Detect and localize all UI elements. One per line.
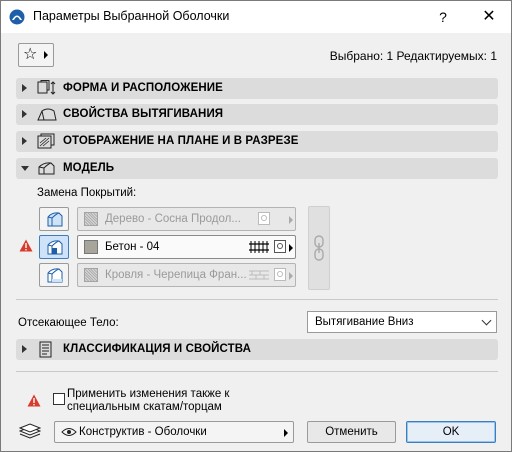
- shell-edge-surface-icon: [47, 240, 63, 255]
- edge-surface-toggle[interactable]: [39, 235, 69, 259]
- chevron-right-icon: [289, 216, 293, 224]
- collapse-arrow-icon: [21, 166, 29, 171]
- panel-model[interactable]: МОДЕЛЬ: [16, 158, 498, 179]
- apply-to-special-label: Применить изменения также к специальным …: [67, 388, 267, 414]
- title-bar: Параметры Выбранной Оболочки ? ✕: [1, 1, 511, 33]
- apply-to-special-checkbox[interactable]: [53, 393, 65, 405]
- panel-label: ФОРМА И РАСПОЛОЖЕНИЕ: [63, 82, 223, 94]
- material-picker-icon: [258, 212, 270, 225]
- layer-name: Конструктив - Оболочки: [79, 426, 207, 438]
- panel-extrusion-settings[interactable]: СВОЙСТВА ВЫТЯГИВАНИЯ: [16, 104, 498, 125]
- extrusion-icon: [37, 108, 57, 121]
- apply-label-line2: специальным скатам/торцам: [67, 401, 222, 413]
- cancel-button[interactable]: Отменить: [307, 421, 396, 443]
- window-title: Параметры Выбранной Оболочки: [33, 9, 230, 23]
- surface-material-edge[interactable]: Бетон - 04: [77, 235, 296, 259]
- material-name: Бетон - 04: [105, 241, 160, 253]
- help-button[interactable]: ?: [433, 7, 453, 27]
- expand-arrow-icon: [22, 137, 27, 145]
- dialog-window: Параметры Выбранной Оболочки ? ✕ ☆ Выбра…: [0, 0, 512, 452]
- hatch-pattern-icon: [249, 241, 269, 253]
- expand-arrow-icon: [22, 84, 27, 92]
- shell-bottom-surface-icon: [47, 268, 63, 283]
- chevron-right-icon: [44, 51, 48, 59]
- dropdown-value: Вытягивание Вниз: [315, 316, 414, 328]
- eye-icon: [61, 428, 77, 436]
- material-picker-icon: [274, 240, 286, 253]
- shape-position-icon: [37, 80, 56, 95]
- chain-link-icon: [314, 235, 324, 261]
- layer-selector[interactable]: Конструктив - Оболочки: [54, 421, 294, 443]
- surface-override-label: Замена Покрытий:: [37, 187, 137, 199]
- material-name: Дерево - Сосна Продол...: [105, 213, 241, 225]
- expand-arrow-icon: [22, 110, 27, 118]
- top-surface-toggle[interactable]: [39, 207, 69, 231]
- star-icon: ☆: [23, 46, 38, 63]
- layers-icon: [19, 423, 41, 439]
- warning-icon: [19, 239, 33, 252]
- divider: [16, 371, 498, 372]
- selection-count: Выбрано: 1 Редактируемых: 1: [329, 49, 497, 63]
- model-icon: [38, 162, 55, 175]
- material-swatch: [84, 268, 98, 282]
- material-swatch: [84, 212, 98, 226]
- surface-material-bottom[interactable]: Кровля - Черепица Фран...: [77, 263, 296, 287]
- shell-top-surface-icon: [47, 212, 63, 227]
- classification-icon: [39, 341, 52, 358]
- panel-shape-position[interactable]: ФОРМА И РАСПОЛОЖЕНИЕ: [16, 78, 498, 99]
- bottom-surface-toggle[interactable]: [39, 263, 69, 287]
- panel-classification[interactable]: КЛАССИФИКАЦИЯ И СВОЙСТВА: [16, 339, 498, 360]
- expand-arrow-icon: [22, 345, 27, 353]
- favorites-button[interactable]: ☆: [18, 43, 54, 67]
- archicad-logo-icon: [9, 9, 25, 25]
- panel-label: ОТОБРАЖЕНИЕ НА ПЛАНЕ И В РАЗРЕЗЕ: [63, 135, 299, 147]
- close-button[interactable]: ✕: [479, 7, 499, 27]
- link-surfaces-button[interactable]: [308, 206, 330, 290]
- chevron-down-icon: [481, 315, 492, 326]
- panel-label: КЛАССИФИКАЦИЯ И СВОЙСТВА: [63, 343, 251, 355]
- material-picker-icon: [274, 268, 286, 281]
- surface-material-top[interactable]: Дерево - Сосна Продол...: [77, 207, 296, 231]
- panel-label: МОДЕЛЬ: [63, 162, 115, 174]
- plan-section-icon: [37, 133, 55, 149]
- apply-label-line1: Применить изменения также к: [67, 388, 230, 400]
- cutting-body-label: Отсекающее Тело:: [18, 317, 119, 329]
- chevron-right-icon: [289, 244, 293, 252]
- material-name: Кровля - Черепица Фран...: [105, 269, 247, 281]
- panel-floor-plan-section[interactable]: ОТОБРАЖЕНИЕ НА ПЛАНЕ И В РАЗРЕЗЕ: [16, 131, 498, 152]
- chevron-right-icon: [284, 429, 288, 437]
- chevron-right-icon: [289, 272, 293, 280]
- cutting-body-dropdown[interactable]: Вытягивание Вниз: [307, 311, 497, 333]
- material-swatch: [84, 240, 98, 254]
- warning-icon: [27, 394, 41, 407]
- hatch-pattern-icon: [249, 270, 269, 280]
- ok-button[interactable]: OK: [406, 421, 496, 443]
- divider: [16, 299, 498, 300]
- panel-label: СВОЙСТВА ВЫТЯГИВАНИЯ: [63, 108, 224, 120]
